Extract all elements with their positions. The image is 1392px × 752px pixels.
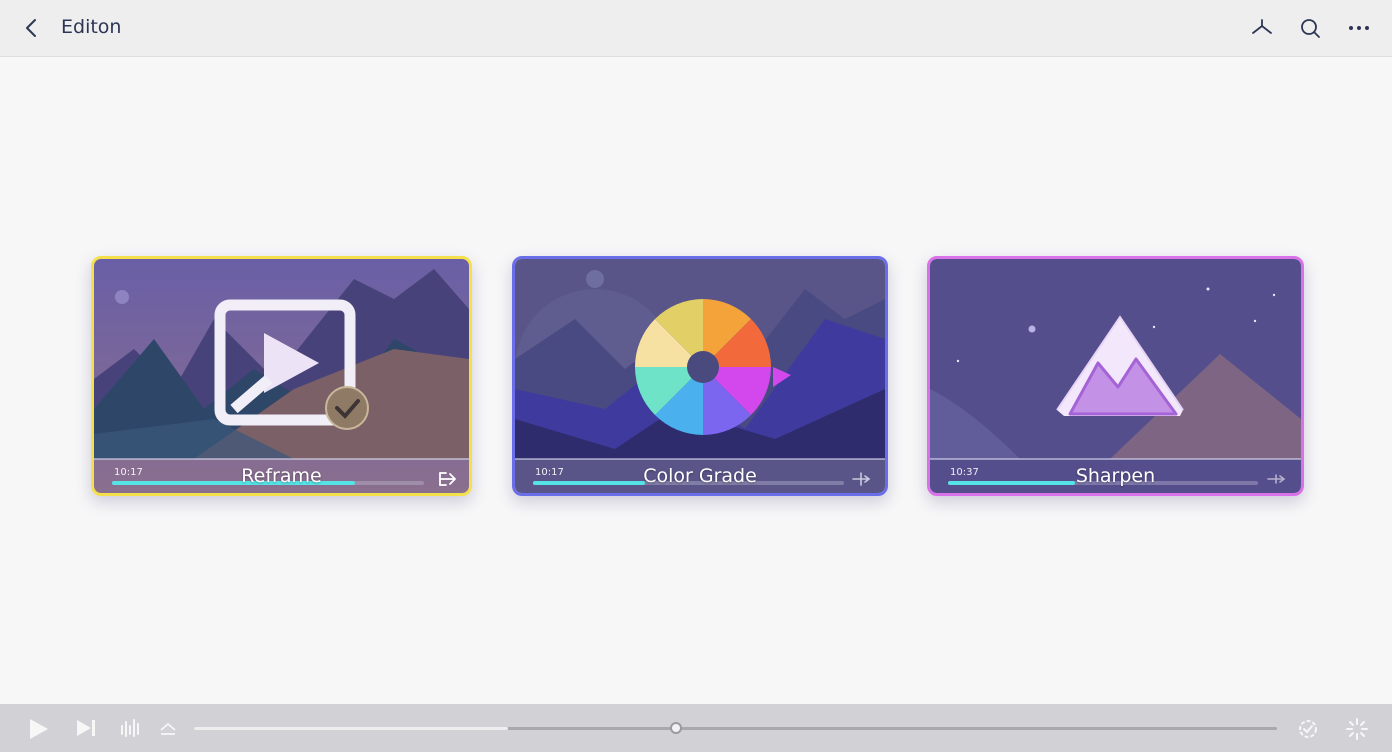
scrubber-handle[interactable] <box>669 722 682 734</box>
tool-card-reframe[interactable]: 10:17 Reframe <box>91 256 472 496</box>
more-icon[interactable] <box>1347 16 1371 40</box>
search-icon[interactable] <box>1298 16 1322 40</box>
card-divider <box>930 458 1301 460</box>
card-title: Reframe <box>241 465 322 487</box>
card-divider <box>515 458 885 460</box>
play-icon[interactable] <box>26 717 50 741</box>
back-chevron-icon[interactable] <box>20 16 44 40</box>
top-bar: Editon <box>0 0 1392 57</box>
split-icon[interactable] <box>851 471 871 487</box>
tool-card-sharpen[interactable]: 10:37 Sharpen <box>927 256 1304 496</box>
settings-icon[interactable] <box>1296 718 1320 740</box>
eject-icon[interactable] <box>158 722 178 736</box>
export-arrow-icon[interactable] <box>438 471 458 487</box>
scrubber-fill <box>194 727 509 730</box>
skip-next-icon[interactable] <box>75 718 97 738</box>
tool-card-color-grade[interactable]: 10:17 Color Grade <box>512 256 888 496</box>
tool-icon[interactable] <box>1250 16 1274 40</box>
card-title: Sharpen <box>1075 465 1156 487</box>
expand-icon[interactable] <box>1346 718 1368 740</box>
card-divider <box>94 458 469 460</box>
waveform-icon[interactable] <box>119 718 143 738</box>
page-title: Editon <box>61 16 122 38</box>
split-icon[interactable] <box>1266 471 1286 487</box>
card-title: Color Grade <box>643 465 757 487</box>
